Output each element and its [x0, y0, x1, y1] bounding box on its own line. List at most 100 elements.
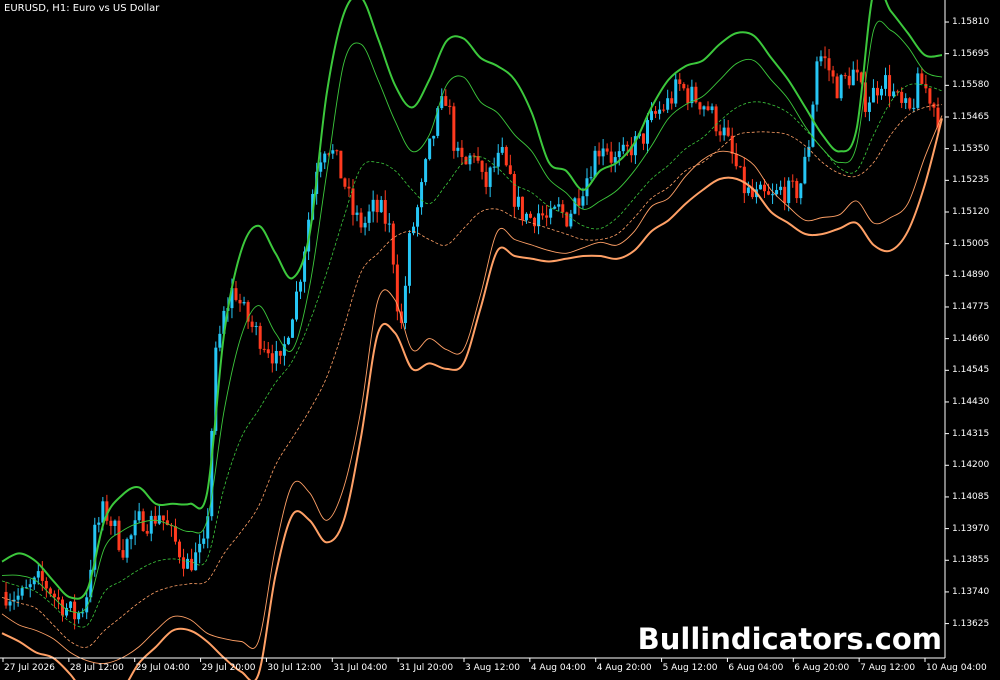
- candle: [589, 166, 593, 181]
- candle: [690, 79, 694, 108]
- band-line-middle_dashed: [1, 83, 943, 628]
- candle: [238, 293, 242, 312]
- time-tick-label: 7 Aug 12:00: [860, 663, 916, 673]
- candle: [32, 576, 36, 590]
- candle: [8, 593, 12, 612]
- candle: [149, 510, 153, 542]
- candle: [97, 517, 101, 533]
- candle: [484, 163, 488, 195]
- candle: [928, 87, 932, 111]
- candle: [654, 106, 658, 119]
- time-tick-label: 31 Jul 20:00: [399, 663, 454, 673]
- candle: [621, 137, 625, 155]
- candle: [726, 120, 730, 138]
- candle: [811, 101, 815, 148]
- candle: [242, 296, 246, 306]
- candle: [444, 89, 448, 107]
- candle: [246, 300, 250, 329]
- price-tick-label: 1.14200: [952, 460, 990, 471]
- candle: [605, 143, 609, 155]
- candle: [262, 340, 266, 353]
- price-tick-label: 1.15005: [952, 238, 990, 249]
- candle: [888, 64, 892, 108]
- candle: [395, 254, 399, 321]
- price-chart[interactable]: [0, 0, 1000, 680]
- candle: [266, 342, 270, 358]
- time-tick-label: 4 Aug 04:00: [530, 663, 586, 673]
- candle: [880, 85, 883, 100]
- candle: [371, 190, 375, 223]
- candle: [290, 318, 294, 338]
- candle: [714, 104, 718, 137]
- candle: [758, 181, 762, 190]
- candle: [904, 93, 908, 110]
- candle: [835, 73, 839, 99]
- candle: [16, 588, 20, 607]
- candle: [81, 608, 85, 618]
- candle: [69, 601, 73, 612]
- candle: [367, 204, 371, 231]
- candle: [157, 505, 161, 525]
- candle: [597, 142, 601, 165]
- candle: [557, 197, 561, 212]
- candle: [44, 577, 48, 598]
- time-tick-label: 3 Aug 12:00: [465, 663, 520, 673]
- candle: [460, 140, 464, 166]
- candle: [601, 139, 605, 166]
- candle: [456, 141, 460, 158]
- candle: [827, 49, 831, 82]
- candle: [472, 153, 476, 163]
- candle: [916, 67, 920, 110]
- candle: [730, 127, 734, 164]
- candle: [173, 518, 177, 545]
- candle: [488, 166, 492, 198]
- candle: [4, 581, 8, 609]
- time-tick-label: 29 Jul 04:00: [135, 663, 190, 673]
- candle: [867, 96, 871, 122]
- candle: [480, 160, 484, 180]
- price-tick-label: 1.15810: [952, 17, 990, 28]
- candle: [799, 182, 803, 205]
- candle: [383, 190, 387, 232]
- candle: [416, 204, 420, 237]
- candle: [339, 150, 343, 179]
- candle: [347, 178, 351, 197]
- price-tick-label: 1.15465: [952, 112, 990, 122]
- candle: [190, 548, 194, 572]
- candle: [847, 67, 851, 89]
- candle: [698, 101, 702, 115]
- price-tick-label: 1.14085: [952, 491, 990, 502]
- candle: [24, 579, 28, 589]
- candle: [686, 84, 690, 111]
- candle: [819, 50, 823, 67]
- candle: [795, 178, 799, 204]
- candle: [529, 211, 532, 219]
- candle: [722, 118, 726, 141]
- candle: [407, 230, 411, 294]
- candle: [670, 91, 674, 110]
- candle: [537, 204, 541, 235]
- candle: [718, 124, 722, 142]
- candle: [710, 103, 714, 114]
- candle: [56, 589, 60, 610]
- candle: [658, 101, 662, 120]
- candle: [428, 138, 432, 161]
- candle: [516, 186, 520, 210]
- price-tick-label: 1.13970: [952, 523, 990, 534]
- candle: [855, 59, 859, 81]
- time-tick-label: 10 Aug 04:00: [926, 663, 987, 673]
- candle: [145, 524, 149, 537]
- time-tick-label: 27 Jul 2026: [4, 663, 55, 673]
- candle: [121, 539, 125, 561]
- candle: [412, 222, 415, 236]
- price-tick-label: 1.13625: [952, 618, 990, 629]
- time-tick-label: 29 Jul 20:00: [201, 663, 256, 673]
- candle: [823, 46, 827, 69]
- time-tick-label: 31 Jul 04:00: [333, 663, 388, 673]
- candle: [932, 102, 936, 117]
- candle: [609, 141, 613, 173]
- candle: [359, 208, 363, 233]
- price-tick-label: 1.13855: [952, 555, 990, 566]
- candle: [500, 137, 504, 155]
- candle: [270, 344, 274, 373]
